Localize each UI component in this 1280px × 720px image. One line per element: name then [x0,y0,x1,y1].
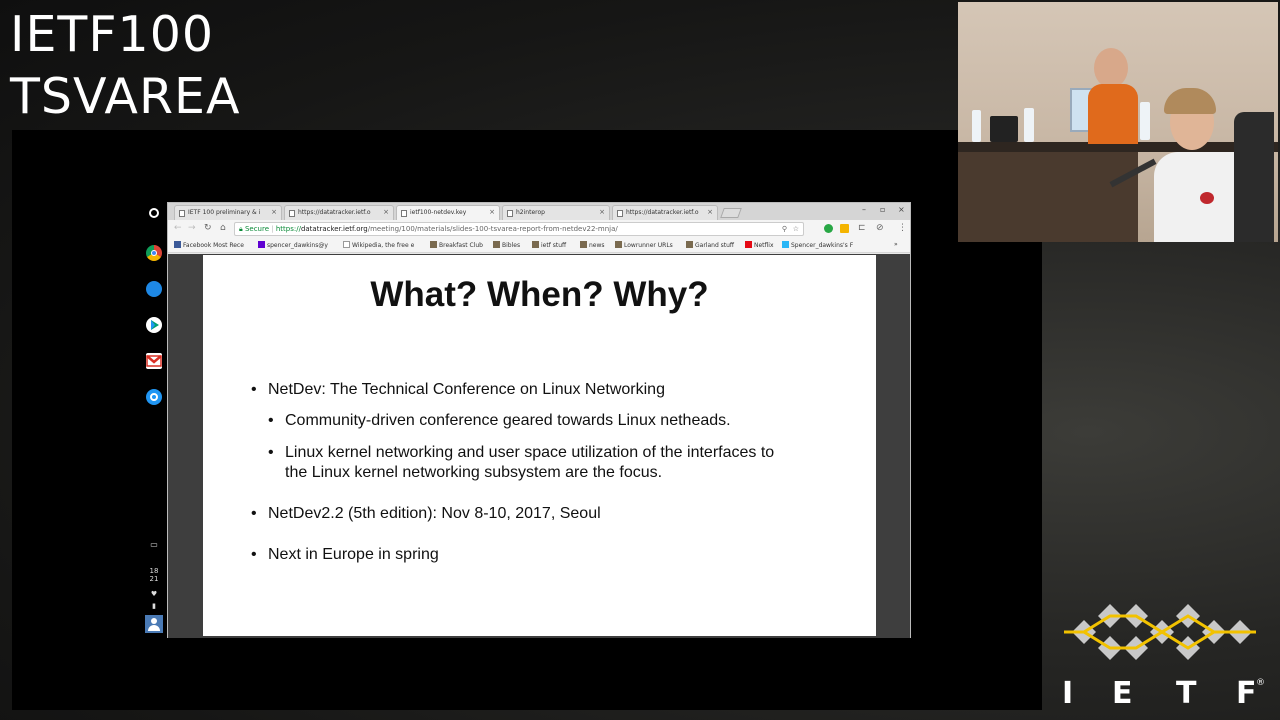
browser-window: IETF 100 preliminary & i × https://datat… [167,202,911,638]
reload-icon[interactable]: ↻ [204,223,212,233]
session-title: IETF100 TSVAREA [10,4,240,128]
tab-label: ietf100-netdev.key [410,209,467,216]
gmail-icon[interactable] [146,353,162,369]
block-icon[interactable]: ⊘ [876,223,884,233]
cast-icon[interactable]: ⊏ [858,223,866,233]
url-path: /meeting/100/materials/slides-100-tsvare… [367,225,618,233]
page-icon [401,210,407,217]
secure-label: Secure [244,225,270,233]
address-bar[interactable]: 🔒︎ Secure | https://datatracker.ietf.org… [234,222,804,236]
page-icon [179,210,185,217]
slide-title: What? When? Why? [370,275,709,314]
browser-toolbar: ← → ↻ ⌂ 🔒︎ Secure | https://datatracker.… [168,220,910,238]
ietf-wordmark: I E T F ® [1058,676,1268,712]
menu-icon[interactable]: ⋮ [898,223,907,233]
slide-sub-bullet: • Community-driven conference geared towa… [268,412,731,429]
tab-label: https://datatracker.ietf.o [626,209,699,216]
close-icon[interactable]: × [383,206,389,219]
chrome-icon[interactable] [146,245,162,261]
tab-datatracker-1[interactable]: https://datatracker.ietf.o × [284,205,394,220]
clock-hour: 18 [149,567,159,575]
battery-icon: ▮ [152,602,156,610]
bookmark-wikipedia[interactable]: Wikipedia, the free e [343,241,414,249]
files-icon[interactable] [146,281,162,297]
session-title-line1: IETF100 [10,6,215,63]
close-window-icon[interactable]: × [898,205,905,214]
extension-drive-icon[interactable] [840,224,849,233]
bookmark-ietf-stuff[interactable]: ietf stuff [532,241,566,249]
tab-label: IETF 100 preliminary & i [188,209,261,216]
close-icon[interactable]: × [599,206,605,219]
bookmark-spencer[interactable]: Spencer_dawkins's F [782,241,853,249]
back-icon[interactable]: ← [174,223,182,233]
logo-letter: F [1236,676,1257,711]
slide-bullet: • Next in Europe in spring [251,546,439,563]
presentation-slide: What? When? Why? • NetDev: The Technical … [203,255,876,636]
tab-label: h2interop [516,209,545,216]
page-content: What? When? Why? • NetDev: The Technical … [168,254,910,638]
page-icon [507,210,513,217]
minimize-icon[interactable]: – [862,205,866,214]
close-icon[interactable]: × [707,206,713,219]
logo-letter: E [1112,676,1133,711]
bookmark-bibles[interactable]: Bibles [493,241,520,249]
logo-letter: I [1062,676,1074,711]
bookmark-garland[interactable]: Garland stuff [686,241,734,249]
bookmark-news[interactable]: news [580,241,605,249]
url-host: datatracker.ietf.org [300,225,368,233]
close-icon[interactable]: × [489,206,495,219]
os-shelf: ▭ 18 21 ♥ ▮ [143,205,165,637]
bookmarks-bar: Facebook Most Rece spencer_dawkins@y Wik… [168,238,910,253]
logo-letter: T [1176,676,1197,711]
slide-bullet: • NetDev2.2 (5th edition): Nov 8-10, 2017… [251,505,601,522]
bookmarks-overflow-icon[interactable]: » [894,241,898,248]
tab-label: https://datatracker.ietf.o [298,209,371,216]
forward-icon[interactable]: → [188,223,196,233]
maximize-icon[interactable]: ▫ [880,205,885,214]
wifi-icon: ♥ [150,590,158,598]
tab-netdev-key[interactable]: ietf100-netdev.key × [396,205,500,220]
speaker-man [1094,48,1128,88]
registered-mark: ® [1256,678,1265,688]
bookmark-facebook[interactable]: Facebook Most Rece [174,241,244,249]
bookmark-netflix[interactable]: Netflix [745,241,774,249]
page-icon [289,210,295,217]
slide-bullet: • NetDev: The Technical Conference on Lin… [251,381,665,398]
bookmark-yahoo[interactable]: spencer_dawkins@y [258,241,328,249]
tab-h2interop[interactable]: h2interop × [502,205,610,220]
speaker-video [958,2,1278,242]
tab-bar: IETF 100 preliminary & i × https://datat… [168,203,910,220]
screen-share-icon[interactable]: ▭ [143,541,165,549]
page-icon [617,210,623,217]
bookmark-lowrunner[interactable]: Lowrunner URLs [615,241,673,249]
close-icon[interactable]: × [271,206,277,219]
bookmark-breakfast-club[interactable]: Breakfast Club [430,241,483,249]
slide-sub-bullet: • Linux kernel networking and user space … [268,444,775,461]
user-avatar[interactable] [145,615,163,633]
home-icon[interactable]: ⌂ [220,223,226,233]
settings-icon[interactable] [146,389,162,405]
url-scheme: https:// [275,225,301,233]
bookmark-star-icon[interactable]: ☆ [793,223,799,235]
launcher-icon[interactable] [149,208,159,218]
zoom-icon[interactable]: ⚲ [782,223,787,235]
slide-sub-bullet-continuation: the Linux kernel networking subsystem ar… [285,464,663,481]
session-title-line2: TSVAREA [10,68,241,125]
clock-minute: 21 [149,575,159,583]
tab-ietf-preliminary[interactable]: IETF 100 preliminary & i × [174,205,282,220]
tab-datatracker-2[interactable]: https://datatracker.ietf.o × [612,205,718,220]
extension-green-icon[interactable] [824,224,833,233]
new-tab-button[interactable] [720,208,742,218]
play-store-icon[interactable] [146,317,162,333]
